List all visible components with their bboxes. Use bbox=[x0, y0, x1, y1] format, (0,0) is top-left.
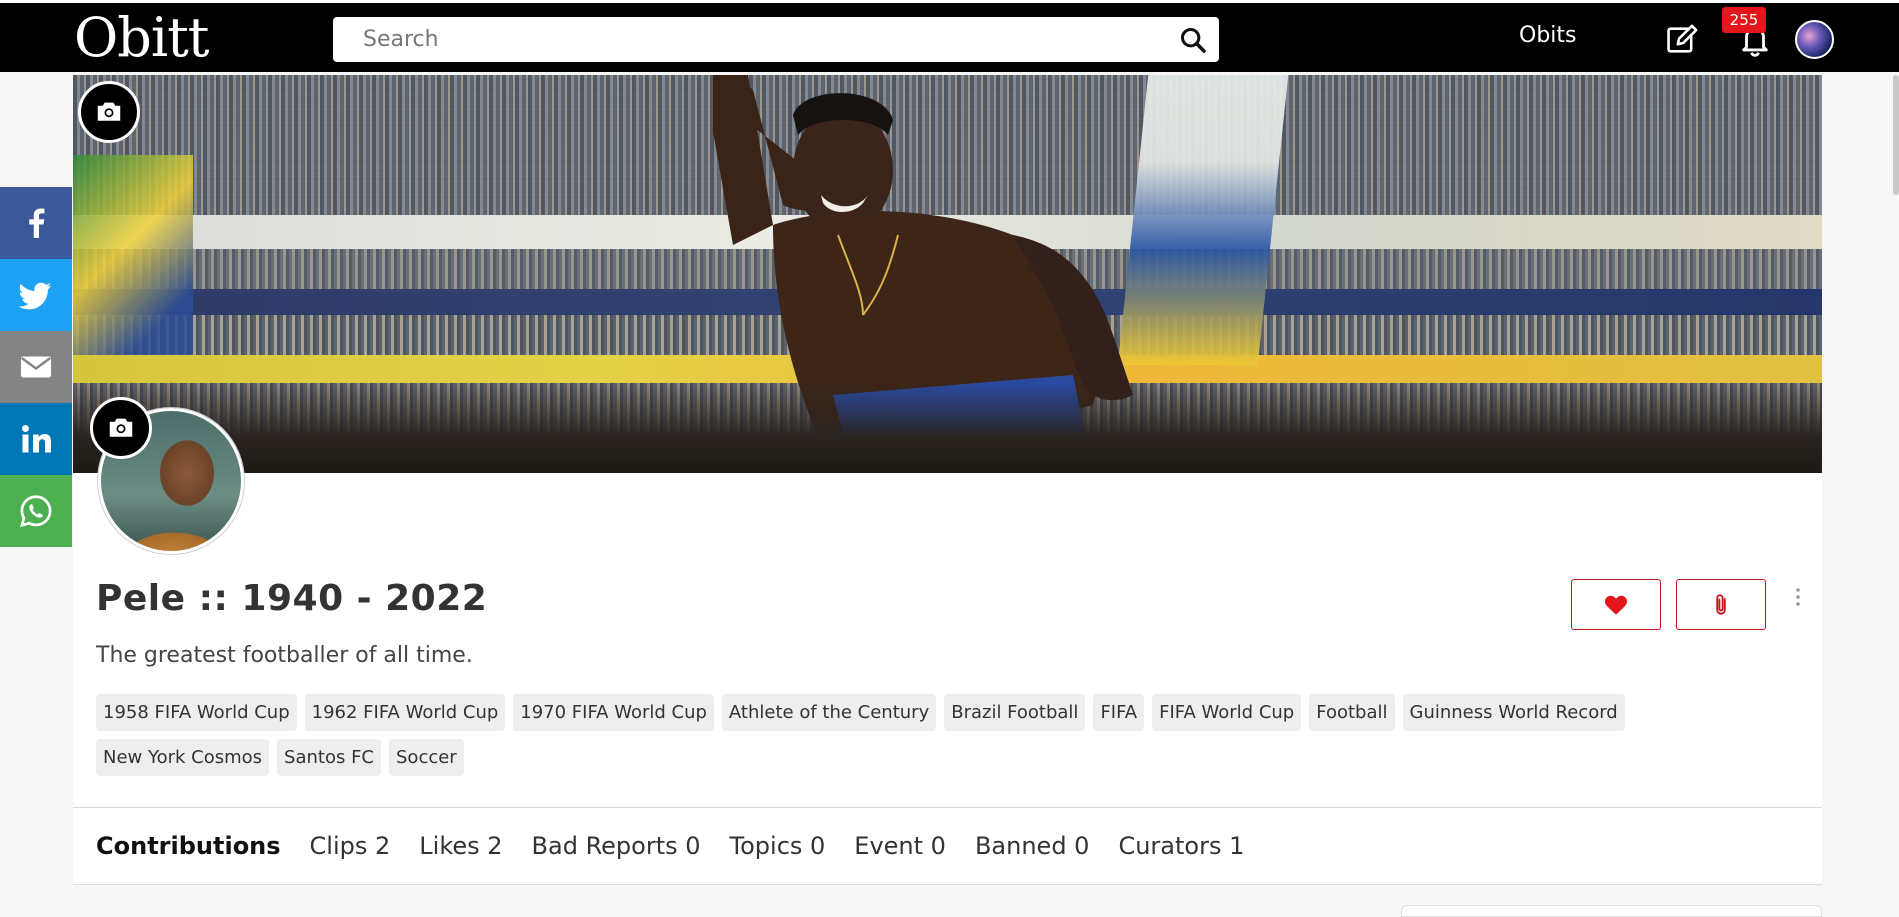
paperclip-icon bbox=[1716, 593, 1726, 615]
tag-chip[interactable]: Brazil Football bbox=[944, 694, 1086, 731]
page-scrollbar[interactable] bbox=[1893, 75, 1899, 195]
share-twitter-button[interactable] bbox=[0, 259, 72, 331]
tab-contributions[interactable]: Contributions bbox=[96, 832, 281, 860]
clip-button[interactable] bbox=[1676, 579, 1766, 630]
tab-event[interactable]: Event 0 bbox=[854, 832, 946, 860]
tab-clips[interactable]: Clips 2 bbox=[310, 832, 391, 860]
tab-banned[interactable]: Banned 0 bbox=[975, 832, 1090, 860]
tag-chip[interactable]: Athlete of the Century bbox=[721, 694, 937, 731]
change-cover-photo-button[interactable] bbox=[78, 81, 140, 143]
tag-chip[interactable]: Soccer bbox=[389, 739, 464, 776]
facebook-icon bbox=[29, 208, 45, 238]
edit-icon[interactable] bbox=[1665, 23, 1699, 57]
tag-chip[interactable]: New York Cosmos bbox=[96, 739, 270, 776]
tab-likes[interactable]: Likes 2 bbox=[419, 832, 502, 860]
whatsapp-icon bbox=[19, 495, 52, 528]
cover-banner-image bbox=[73, 75, 1822, 473]
camera-icon bbox=[109, 418, 133, 437]
tab-bad-reports[interactable]: Bad Reports 0 bbox=[532, 832, 701, 860]
email-icon bbox=[21, 356, 51, 378]
tag-chip[interactable]: Guinness World Record bbox=[1402, 694, 1625, 731]
tag-chip[interactable]: 1970 FIFA World Cup bbox=[513, 694, 714, 731]
share-email-button[interactable] bbox=[0, 331, 72, 403]
tag-chip[interactable]: 1958 FIFA World Cup bbox=[96, 694, 297, 731]
profile-title: Pele :: 1940 - 2022 bbox=[96, 578, 488, 619]
sidebar-card-top bbox=[1401, 905, 1822, 917]
tag-chip[interactable]: Santos FC bbox=[277, 739, 381, 776]
search-icon[interactable] bbox=[1179, 26, 1207, 54]
profile-tabs: Contributions Clips 2 Likes 2 Bad Report… bbox=[96, 832, 1244, 860]
linkedin-icon bbox=[22, 425, 51, 453]
tab-curators[interactable]: Curators 1 bbox=[1118, 832, 1244, 860]
more-options-icon[interactable] bbox=[1792, 586, 1804, 608]
tag-chip[interactable]: 1962 FIFA World Cup bbox=[304, 694, 506, 731]
tag-chip[interactable]: FIFA World Cup bbox=[1152, 694, 1302, 731]
site-logo[interactable]: Obitt bbox=[74, 7, 210, 69]
search-box bbox=[333, 17, 1219, 62]
change-profile-photo-button[interactable] bbox=[90, 397, 152, 459]
heart-icon bbox=[1605, 595, 1627, 615]
tag-chip[interactable]: FIFA bbox=[1093, 694, 1145, 731]
profile-tagline: The greatest footballer of all time. bbox=[96, 643, 473, 668]
camera-icon bbox=[97, 102, 121, 121]
tab-topics[interactable]: Topics 0 bbox=[730, 832, 826, 860]
twitter-icon bbox=[18, 282, 51, 310]
like-button[interactable] bbox=[1571, 579, 1661, 630]
share-linkedin-button[interactable] bbox=[0, 403, 72, 475]
user-avatar[interactable] bbox=[1795, 20, 1834, 59]
tag-list: 1958 FIFA World Cup 1962 FIFA World Cup … bbox=[96, 694, 1796, 776]
tag-chip[interactable]: Football bbox=[1309, 694, 1395, 731]
search-input[interactable] bbox=[363, 17, 1163, 62]
top-navigation-bar: Obitt Obits 255 bbox=[0, 0, 1899, 72]
share-whatsapp-button[interactable] bbox=[0, 475, 72, 547]
notification-count-badge: 255 bbox=[1722, 7, 1766, 33]
share-facebook-button[interactable] bbox=[0, 187, 72, 259]
nav-link-obits[interactable]: Obits bbox=[1519, 23, 1576, 48]
